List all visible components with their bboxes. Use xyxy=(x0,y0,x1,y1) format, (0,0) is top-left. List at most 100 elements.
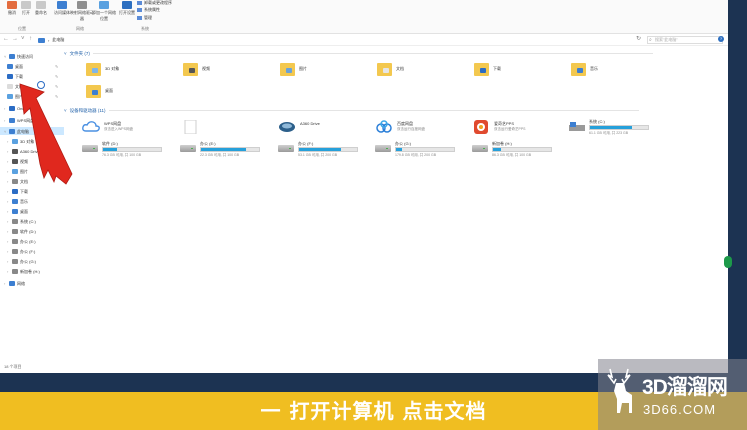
drive-icon xyxy=(278,144,294,153)
access-media-button[interactable]: 访问媒体 xyxy=(52,0,72,22)
rename-button[interactable]: 重命名 xyxy=(31,0,51,22)
chevron-right-icon[interactable]: › xyxy=(4,281,7,286)
breadcrumb-this-pc[interactable]: 此电脑 xyxy=(52,37,64,43)
chevron-right-icon[interactable]: › xyxy=(7,229,10,234)
chevron-right-icon[interactable]: › xyxy=(7,219,10,224)
devices-section-header[interactable]: ˅ 设备和驱动器 (11) xyxy=(64,107,639,114)
drive-usage-fill xyxy=(299,148,342,151)
document-folder-icon xyxy=(377,63,392,76)
search-icon: ⌕ xyxy=(649,37,652,43)
sidebar-item-music[interactable]: › 音乐 xyxy=(7,198,28,205)
chevron-down-icon[interactable]: ˅ xyxy=(4,54,7,59)
sidebar-item-label: 下载 xyxy=(20,188,28,194)
drive-f[interactable]: 办公 (F:) 53.1 GB 可用, 共 200 GB xyxy=(278,139,373,161)
sidebar-item-label: 桌面 xyxy=(20,208,28,214)
refresh-icon[interactable]: ↻ xyxy=(636,35,641,42)
ribbon-small-label: 系统属性 xyxy=(144,7,160,12)
chevron-right-icon[interactable]: › xyxy=(7,259,10,264)
chevron-right-icon[interactable]: › xyxy=(7,159,10,164)
sidebar-item-drive-h[interactable]: › 新加卷 (H:) xyxy=(7,268,40,275)
sidebar-item-drive-g[interactable]: › 办公 (G:) xyxy=(7,258,36,265)
chevron-right-icon[interactable]: › xyxy=(4,106,7,111)
folder-documents[interactable]: 文档 xyxy=(377,60,467,82)
chevron-right-icon[interactable]: › xyxy=(7,179,10,184)
device-iqiyi[interactable]: 爱奇艺PPS 双击运行爱奇艺PPS xyxy=(472,117,567,139)
uninstall-program-button[interactable]: 卸载或更改程序 xyxy=(137,0,172,6)
folder-downloads[interactable]: 下载 xyxy=(474,60,564,82)
device-a360-drive[interactable]: A360 Drive xyxy=(278,117,373,139)
music-icon xyxy=(12,199,18,204)
map-drive-button[interactable]: 映射网络驱动器 xyxy=(70,0,94,22)
folder-label: 下载 xyxy=(493,66,501,71)
desktop-icon xyxy=(12,209,18,214)
folders-section-header[interactable]: ˅ 文件夹 (7) xyxy=(64,50,653,57)
drive-icon xyxy=(12,219,18,224)
drive-h[interactable]: 新加卷 (H:) 86.3 GB 可用, 共 100 GB xyxy=(472,139,567,161)
program-icon xyxy=(137,1,142,5)
sidebar-item-downloads-pc[interactable]: › 下载 xyxy=(7,188,28,195)
open-settings-button[interactable]: 打开设置 xyxy=(117,0,137,22)
drive-e[interactable]: 办公 (E:) 22.3 GB 可用, 共 100 GB xyxy=(180,139,275,161)
sidebar-item-label: 音乐 xyxy=(20,198,28,204)
device-wps-cloud[interactable]: WPS网盘 双击进入WPS网盘 xyxy=(82,117,177,139)
up-icon[interactable]: ↑ xyxy=(29,36,32,42)
drive-d[interactable]: 软件 (D:) 76.3 GB 可用, 共 100 GB xyxy=(82,139,177,161)
folder-desktop[interactable]: 桌面 xyxy=(86,82,176,104)
drive-g[interactable]: 办公 (G:) 179.8 GB 可用, 共 200 GB xyxy=(375,139,470,161)
drive-usage-fill xyxy=(590,126,633,129)
device-blank[interactable] xyxy=(182,117,277,139)
search-input[interactable]: ⌕ 搜索"此电脑" xyxy=(647,36,723,44)
sidebar-item-drive-e[interactable]: › 办公 (E:) xyxy=(7,238,36,245)
help-icon[interactable]: ? xyxy=(718,36,724,42)
chevron-right-icon[interactable]: › xyxy=(4,118,7,123)
folder-label: 视频 xyxy=(202,66,210,71)
chevron-right-icon[interactable]: › xyxy=(7,169,10,174)
back-icon[interactable]: ← xyxy=(3,36,9,42)
sidebar-item-desktop-pc[interactable]: › 桌面 xyxy=(7,208,28,215)
chevron-right-icon[interactable]: › xyxy=(7,269,10,274)
chevron-right-icon[interactable]: › xyxy=(7,209,10,214)
ribbon-small-label: 管理 xyxy=(144,15,152,20)
chevron-down-icon[interactable]: ˅ xyxy=(4,129,7,134)
video-folder-icon xyxy=(183,63,198,76)
sidebar-item-drive-d[interactable]: › 软件 (D:) xyxy=(7,228,36,235)
ribbon-button-label: 打开 xyxy=(22,10,30,15)
folder-videos[interactable]: 视频 xyxy=(183,60,273,82)
chevron-right-icon[interactable]: › xyxy=(7,189,10,194)
device-baidu-cloud[interactable]: 百度网盘 双击运行百度网盘 xyxy=(375,117,470,139)
device-desc: 双击运行百度网盘 xyxy=(397,127,425,131)
system-properties-button[interactable]: 系统属性 xyxy=(137,7,160,13)
drive-c[interactable]: 系统 (C:) 61.1 GB 可用, 共 223 GB xyxy=(569,117,664,139)
device-desc: 双击运行爱奇艺PPS xyxy=(494,127,526,131)
star-icon xyxy=(9,54,15,59)
sidebar-item-network[interactable]: › 网络 xyxy=(4,280,25,287)
pc-icon xyxy=(38,37,45,43)
chevron-down-icon[interactable]: ˅ xyxy=(21,36,25,42)
sidebar-item-quick-access[interactable]: ˅ 快速访问 xyxy=(4,53,33,60)
search-placeholder: 搜索"此电脑" xyxy=(655,37,678,42)
address-bar[interactable]: › 此电脑 xyxy=(38,36,64,44)
manage-icon xyxy=(137,16,142,20)
sidebar-item-drive-f[interactable]: › 办公 (F:) xyxy=(7,248,35,255)
folder-pictures[interactable]: 图片 xyxy=(280,60,370,82)
ribbon-button-label: 打开设置 xyxy=(119,10,135,15)
chevron-right-icon[interactable]: › xyxy=(7,139,10,144)
chevron-right-icon[interactable]: › xyxy=(7,149,10,154)
chevron-right-icon[interactable]: › xyxy=(7,239,10,244)
folders-section-title: 文件夹 (7) xyxy=(69,50,90,56)
folder-music[interactable]: 音乐 xyxy=(571,60,661,82)
drive-icon xyxy=(82,144,98,153)
drive-icon xyxy=(12,229,18,234)
chevron-right-icon[interactable]: › xyxy=(7,249,10,254)
sidebar-item-label: 桌面 xyxy=(15,63,23,69)
folder-3d-objects[interactable]: 3D 对象 xyxy=(86,60,176,82)
add-network-location-button[interactable]: 添加一个网络位置 xyxy=(92,0,116,22)
sidebar-item-drive-c[interactable]: › 系统 (C:) xyxy=(7,218,36,225)
forward-icon[interactable]: → xyxy=(12,36,18,42)
picture-folder-icon xyxy=(280,63,295,76)
chevron-right-icon[interactable]: › xyxy=(7,199,10,204)
manage-button[interactable]: 管理 xyxy=(137,15,152,21)
sidebar-item-desktop[interactable]: 桌面 ✎ xyxy=(7,63,64,70)
ribbon-button-label: 撤消 xyxy=(8,10,16,15)
network-location-icon xyxy=(99,1,109,9)
